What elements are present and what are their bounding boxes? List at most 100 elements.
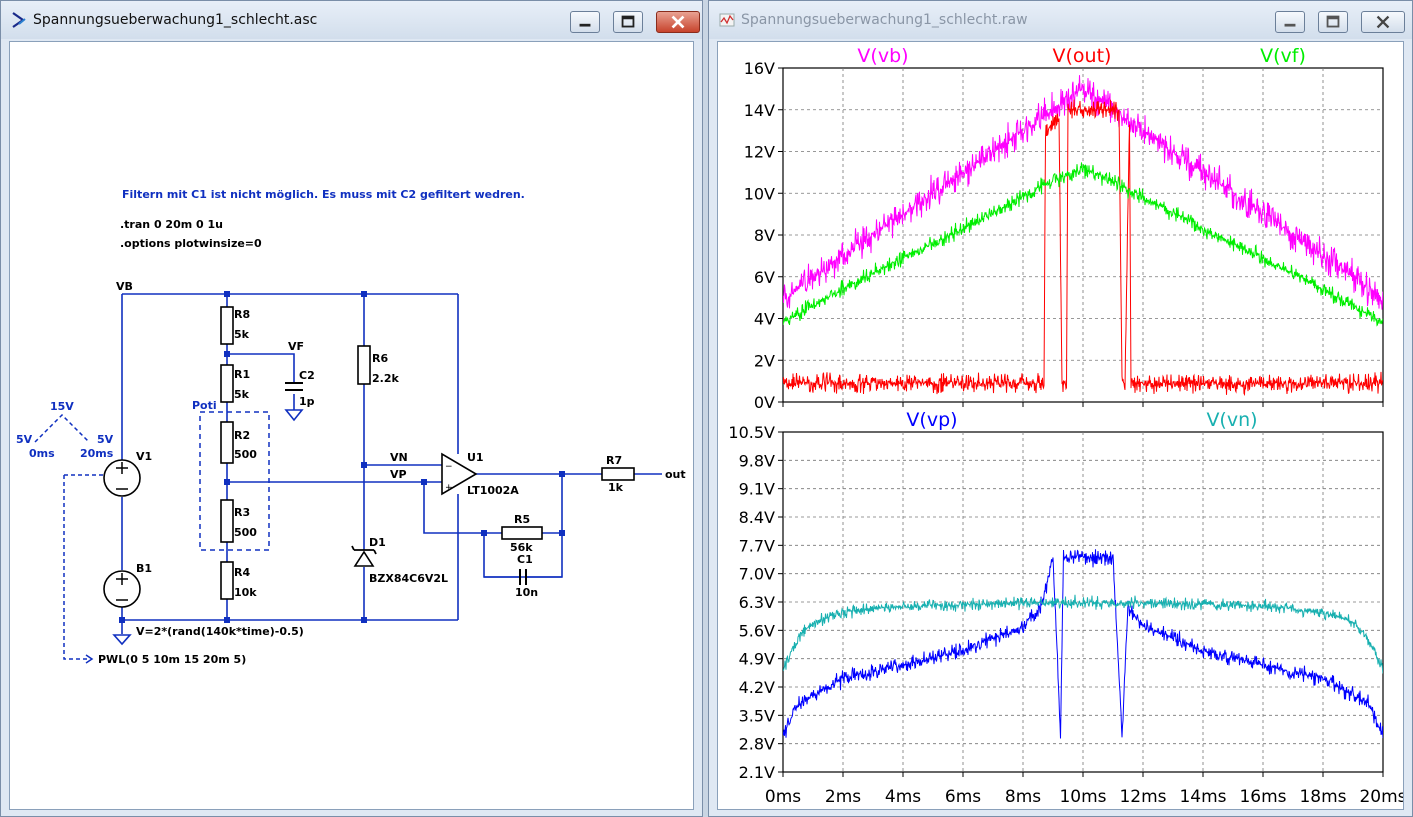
r3-name: R3 bbox=[234, 506, 250, 519]
y-tick-label: 5.6V bbox=[739, 621, 775, 640]
minimize-button[interactable] bbox=[1275, 11, 1305, 33]
close-icon bbox=[1376, 15, 1390, 29]
minimize-icon bbox=[1284, 23, 1296, 27]
b1-value: V=2*(rand(140k*time)-0.5) bbox=[136, 625, 304, 638]
x-tick-label: 4ms bbox=[885, 787, 921, 807]
y-tick-label: 9.1V bbox=[739, 480, 775, 499]
r3-value: 500 bbox=[234, 526, 257, 539]
close-button[interactable] bbox=[656, 11, 700, 33]
pane-bottom[interactable]: 0ms 2ms 4ms 6ms 8ms 10ms 12ms 14ms 16ms 18ms 20ms 2… bbox=[728, 409, 1404, 807]
pwl-5v-left: 5V bbox=[16, 433, 33, 446]
resistor-r4[interactable] bbox=[220, 561, 234, 600]
r7-name: R7 bbox=[606, 454, 622, 467]
minimize-button[interactable] bbox=[570, 11, 600, 33]
resistor-r5[interactable] bbox=[501, 526, 543, 540]
y-tick-label: 12V bbox=[744, 143, 775, 162]
schematic-canvas[interactable]: Filtern mit C1 ist nicht möglich. Es mus… bbox=[9, 41, 694, 810]
maximize-icon bbox=[1326, 15, 1340, 28]
y-tick-label: 6.3V bbox=[739, 593, 775, 612]
r6-name: R6 bbox=[372, 352, 388, 365]
close-button[interactable] bbox=[1361, 11, 1405, 33]
y-tick-label: 16V bbox=[744, 59, 775, 78]
maximize-button[interactable] bbox=[613, 11, 643, 33]
y-tick-label: 7.0V bbox=[739, 565, 775, 584]
y-tick-label: 6V bbox=[754, 268, 775, 287]
net-label-vf: VF bbox=[288, 340, 304, 353]
y-tick-label: 4V bbox=[754, 310, 775, 329]
resistor-r6[interactable] bbox=[357, 345, 371, 385]
r5-name: R5 bbox=[514, 513, 530, 526]
net-label-vp: VP bbox=[390, 468, 407, 481]
resistor-r8[interactable] bbox=[220, 306, 234, 345]
schematic-titlebar[interactable]: Spannungsueberwachung1_schlecht.asc bbox=[1, 1, 702, 39]
waveform-plots[interactable]: 0V 2V 4V 6V 8V 10V 12V 14V 16V V(vb) V(out) V(vf) 0… bbox=[718, 42, 1404, 810]
tran-directive: .tran 0 20m 0 1u bbox=[120, 218, 223, 231]
y-tick-label: 9.8V bbox=[739, 451, 775, 470]
junction-dots bbox=[119, 291, 565, 623]
d1-value: BZX84C6V2L bbox=[369, 572, 448, 585]
y-tick-label: 2V bbox=[754, 351, 775, 370]
legend-vvp[interactable]: V(vp) bbox=[906, 409, 957, 431]
options-directive: .options plotwinsize=0 bbox=[120, 237, 262, 250]
x-tick-label: 20ms bbox=[1359, 787, 1404, 807]
v1-value: PWL(0 5 10m 15 20m 5) bbox=[98, 653, 246, 666]
u1-value: LT1002A bbox=[467, 484, 519, 497]
d1-name: D1 bbox=[369, 536, 386, 549]
schematic-comment: Filtern mit C1 ist nicht möglich. Es mus… bbox=[122, 188, 525, 201]
x-tick-label: 6ms bbox=[945, 787, 981, 807]
capacitor-c2[interactable] bbox=[285, 382, 303, 391]
pwl-link bbox=[63, 474, 104, 660]
waveform-plot-area[interactable]: 0V 2V 4V 6V 8V 10V 12V 14V 16V V(vb) V(out) V(vf) 0… bbox=[717, 41, 1404, 810]
y-tick-label: 14V bbox=[744, 101, 775, 120]
r7-value: 1k bbox=[608, 481, 624, 494]
r2-value: 500 bbox=[234, 448, 257, 461]
r4-name: R4 bbox=[234, 566, 250, 579]
maximize-button[interactable] bbox=[1318, 11, 1348, 33]
pwl-15v: 15V bbox=[50, 400, 74, 413]
y-tick-label: 4.2V bbox=[739, 678, 775, 697]
ground-icon bbox=[284, 409, 304, 422]
r6-value: 2.2k bbox=[372, 372, 399, 385]
x-tick-label: 0ms bbox=[765, 787, 801, 807]
y-tick-label: 8V bbox=[754, 226, 775, 245]
y-tick-label: 0V bbox=[754, 393, 775, 412]
x-tick-label: 12ms bbox=[1119, 787, 1166, 807]
resistor-r2[interactable] bbox=[220, 421, 234, 464]
c1-value: 10n bbox=[515, 586, 538, 599]
c1-name: C1 bbox=[517, 553, 533, 566]
waveform-titlebar[interactable]: Spannungsueberwachung1_schlecht.raw bbox=[709, 1, 1412, 39]
u1-name: U1 bbox=[467, 451, 484, 464]
waveform-window[interactable]: Spannungsueberwachung1_schlecht.raw 0V 2V… bbox=[708, 0, 1413, 817]
svg-text:+: + bbox=[445, 483, 453, 493]
y-tick-label: 8.4V bbox=[739, 508, 775, 527]
resistor-r3[interactable] bbox=[220, 499, 234, 543]
ltspice-icon bbox=[12, 12, 26, 28]
r1-name: R1 bbox=[234, 368, 250, 381]
resistor-r7[interactable] bbox=[601, 467, 635, 481]
pane-top[interactable]: 0V 2V 4V 6V 8V 10V 12V 14V 16V V(vb) V(out) V(vf) bbox=[744, 45, 1384, 412]
pwl-5v-right: 5V bbox=[97, 433, 114, 446]
resistor-r1[interactable] bbox=[220, 364, 234, 403]
voltage-source-v1[interactable] bbox=[103, 459, 141, 497]
r4-value: 10k bbox=[234, 586, 257, 599]
schematic-window[interactable]: Spannungsueberwachung1_schlecht.asc Filt… bbox=[0, 0, 703, 817]
c2-name: C2 bbox=[299, 369, 315, 382]
r1-value: 5k bbox=[234, 388, 250, 401]
legend-vvb[interactable]: V(vb) bbox=[857, 45, 908, 67]
minimize-icon bbox=[579, 23, 591, 27]
legend-vvf[interactable]: V(vf) bbox=[1260, 45, 1306, 67]
behavioral-source-b1[interactable] bbox=[103, 570, 141, 608]
net-label-vn: VN bbox=[390, 451, 408, 464]
legend-vvn[interactable]: V(vn) bbox=[1206, 409, 1257, 431]
y-tick-label: 10V bbox=[744, 184, 775, 203]
net-label-vb: VB bbox=[116, 280, 133, 293]
svg-text:−: − bbox=[445, 462, 453, 472]
x-tick-label: 14ms bbox=[1179, 787, 1226, 807]
y-tick-label: 2.1V bbox=[739, 763, 775, 782]
waveform-file-icon bbox=[719, 13, 735, 27]
y-tick-label: 3.5V bbox=[739, 706, 775, 725]
r2-name: R2 bbox=[234, 429, 250, 442]
legend-vout[interactable]: V(out) bbox=[1053, 45, 1112, 67]
v1-name: V1 bbox=[136, 450, 152, 463]
pwl-0ms: 0ms bbox=[29, 447, 55, 460]
